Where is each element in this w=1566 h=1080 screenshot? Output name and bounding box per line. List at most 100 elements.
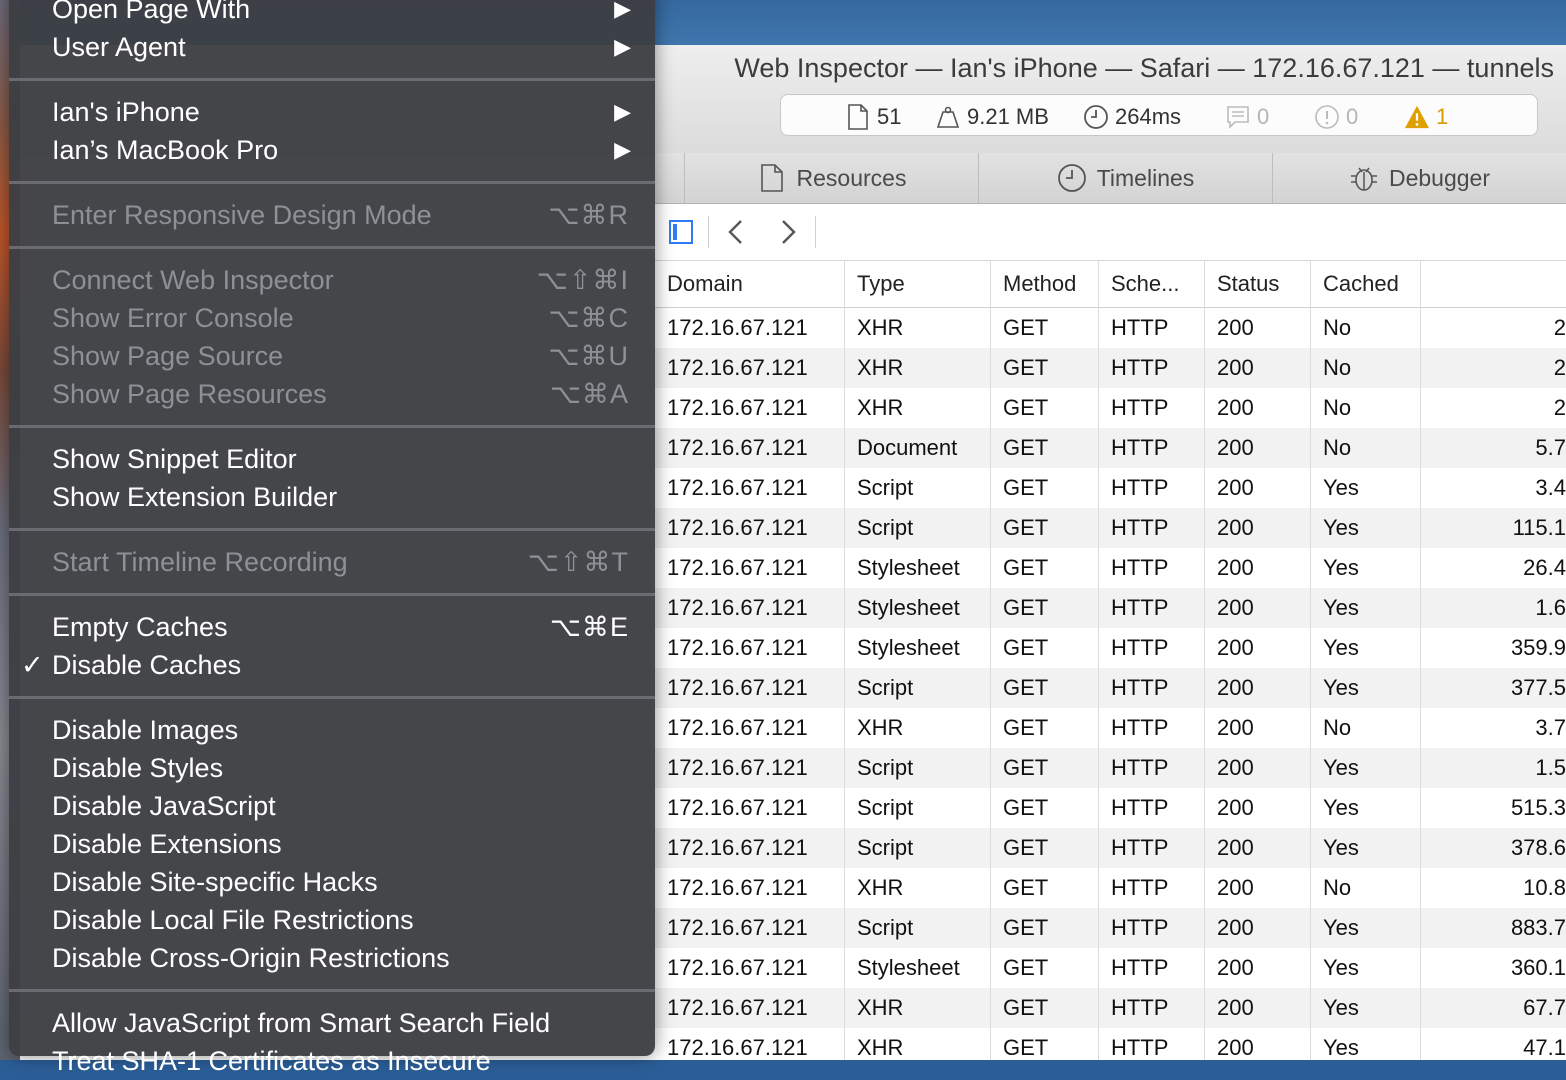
menu-item-ian-s-macbook-pro[interactable]: Ian’s MacBook Pro ▶ bbox=[9, 131, 655, 169]
grid-body: 172.16.67.121 XHR GET HTTP 200 No 2 172.16.67.1… bbox=[655, 308, 1566, 1060]
column-header-domain[interactable]: Domain bbox=[655, 261, 845, 307]
table-row[interactable]: 172.16.67.121 XHR GET HTTP 200 No 2 bbox=[655, 348, 1566, 388]
cell-method: GET bbox=[1003, 595, 1049, 620]
cell-size: 67.7 bbox=[1523, 995, 1566, 1020]
cell-cached: No bbox=[1323, 355, 1352, 380]
column-header-method[interactable]: Method bbox=[991, 261, 1099, 307]
cell-domain: 172.16.67.121 bbox=[667, 835, 808, 860]
menu-item-disable-site-specific-hacks[interactable]: Disable Site-specific Hacks bbox=[9, 863, 655, 901]
cell-type: XHR bbox=[857, 715, 904, 740]
table-row[interactable]: 172.16.67.121 Script GET HTTP 200 Yes 3.4 bbox=[655, 468, 1566, 508]
weight-icon bbox=[935, 104, 961, 130]
menu-item-disable-local-file-restrictions[interactable]: Disable Local File Restrictions bbox=[9, 901, 655, 939]
table-row[interactable]: 172.16.67.121 Stylesheet GET HTTP 200 Yes 360.… bbox=[655, 948, 1566, 988]
table-row[interactable]: 172.16.67.121 Stylesheet GET HTTP 200 Yes 1.6 bbox=[655, 588, 1566, 628]
cell-cached: No bbox=[1323, 435, 1352, 460]
sidebar-toggle-icon[interactable] bbox=[669, 220, 693, 244]
cell-size: 359.9 bbox=[1510, 635, 1566, 660]
menu-item-label: User Agent bbox=[52, 32, 186, 62]
cell-status: 200 bbox=[1217, 915, 1254, 940]
submenu-arrow-icon: ▶ bbox=[614, 0, 631, 21]
menu-item-disable-styles[interactable]: Disable Styles bbox=[9, 749, 655, 787]
dashboard-status[interactable]: 51 9.21 MB 264ms 0 0 1 bbox=[780, 94, 1538, 136]
error-count[interactable]: 0 bbox=[1314, 103, 1358, 131]
table-row[interactable]: 172.16.67.121 Script GET HTTP 200 Yes 378.6 bbox=[655, 828, 1566, 868]
cell-type: Stylesheet bbox=[857, 595, 960, 620]
resource-size[interactable]: 9.21 MB bbox=[935, 103, 1049, 131]
menu-item-show-extension-builder[interactable]: Show Extension Builder bbox=[9, 478, 655, 516]
resource-count[interactable]: 51 bbox=[845, 103, 901, 131]
menu-item-open-page-with[interactable]: Open Page With ▶ bbox=[9, 0, 655, 28]
divider bbox=[815, 216, 816, 248]
cell-scheme: HTTP bbox=[1111, 1035, 1169, 1060]
table-row[interactable]: 172.16.67.121 Script GET HTTP 200 Yes 515.3 bbox=[655, 788, 1566, 828]
cell-domain: 172.16.67.121 bbox=[667, 475, 808, 500]
column-divider bbox=[844, 261, 845, 1060]
cell-cached: Yes bbox=[1323, 595, 1359, 620]
cell-size: 47.1 bbox=[1523, 1035, 1566, 1060]
cell-domain: 172.16.67.121 bbox=[667, 755, 808, 780]
cell-method: GET bbox=[1003, 395, 1049, 420]
column-header-size[interactable] bbox=[1421, 261, 1566, 307]
tab-debugger[interactable]: Debugger bbox=[1272, 153, 1566, 203]
menu-item-disable-caches[interactable]: ✓ Disable Caches bbox=[9, 646, 655, 684]
menu-item-label: Disable Caches bbox=[52, 650, 242, 680]
cell-size: 5.7 bbox=[1535, 435, 1566, 460]
document-icon bbox=[845, 104, 871, 130]
log-count[interactable]: 0 bbox=[1225, 103, 1269, 131]
cell-cached: No bbox=[1323, 315, 1352, 340]
menu-item-empty-caches[interactable]: Empty Caches ⌥⌘E bbox=[9, 608, 655, 646]
cell-cached: Yes bbox=[1323, 755, 1359, 780]
back-arrow-icon[interactable] bbox=[723, 218, 751, 246]
menu-item-disable-javascript[interactable]: Disable JavaScript bbox=[9, 787, 655, 825]
menu-item-disable-cross-origin-restrictions[interactable]: Disable Cross-Origin Restrictions bbox=[9, 939, 655, 977]
tab-timelines[interactable]: Timelines bbox=[978, 153, 1272, 203]
menu-item-user-agent[interactable]: User Agent ▶ bbox=[9, 28, 655, 66]
cell-scheme: HTTP bbox=[1111, 835, 1169, 860]
table-row[interactable]: 172.16.67.121 XHR GET HTTP 200 No 2 bbox=[655, 388, 1566, 428]
menu-item-shortcut: ⌥⌘C bbox=[548, 303, 629, 333]
table-row[interactable]: 172.16.67.121 Script GET HTTP 200 Yes 115.1 bbox=[655, 508, 1566, 548]
table-row[interactable]: 172.16.67.121 Document GET HTTP 200 No 5.7 bbox=[655, 428, 1566, 468]
menu-item-label: Open Page With bbox=[52, 0, 251, 24]
table-row[interactable]: 172.16.67.121 XHR GET HTTP 200 Yes 67.7 bbox=[655, 988, 1566, 1028]
forward-arrow-icon[interactable] bbox=[773, 218, 801, 246]
column-header-cached[interactable]: Cached bbox=[1311, 261, 1421, 307]
tab-resources[interactable]: Resources bbox=[684, 153, 978, 203]
cell-status: 200 bbox=[1217, 835, 1254, 860]
load-time[interactable]: 264ms bbox=[1083, 103, 1181, 131]
cell-status: 200 bbox=[1217, 315, 1254, 340]
cell-size: 3.7 bbox=[1535, 715, 1566, 740]
menu-item-treat-sha-1-certificates-as-insecure[interactable]: Treat SHA-1 Certificates as Insecure bbox=[9, 1042, 655, 1080]
cell-method: GET bbox=[1003, 755, 1049, 780]
menu-item-ian-s-iphone[interactable]: Ian's iPhone ▶ bbox=[9, 93, 655, 131]
column-header-type[interactable]: Type bbox=[845, 261, 991, 307]
menu-item-disable-images[interactable]: Disable Images bbox=[9, 711, 655, 749]
table-row[interactable]: 172.16.67.121 Script GET HTTP 200 Yes 377.5 bbox=[655, 668, 1566, 708]
table-row[interactable]: 172.16.67.121 XHR GET HTTP 200 No 10.8 bbox=[655, 868, 1566, 908]
cell-method: GET bbox=[1003, 355, 1049, 380]
table-row[interactable]: 172.16.67.121 XHR GET HTTP 200 No 2 bbox=[655, 308, 1566, 348]
cell-size: 2 bbox=[1553, 315, 1566, 340]
cell-size: 360.1 bbox=[1510, 955, 1566, 980]
menu-item-show-snippet-editor[interactable]: Show Snippet Editor bbox=[9, 440, 655, 478]
cell-size: 377.5 bbox=[1510, 675, 1566, 700]
table-row[interactable]: 172.16.67.121 XHR GET HTTP 200 No 3.7 bbox=[655, 708, 1566, 748]
message-icon bbox=[1225, 104, 1251, 130]
column-header-scheme[interactable]: Sche... bbox=[1099, 261, 1205, 307]
cell-cached: Yes bbox=[1323, 515, 1359, 540]
divider bbox=[708, 216, 709, 248]
menu-item-label: Show Error Console bbox=[52, 303, 294, 333]
menu-item-allow-javascript-from-smart-search-field[interactable]: Allow JavaScript from Smart Search Field bbox=[9, 1004, 655, 1042]
table-row[interactable]: 172.16.67.121 Stylesheet GET HTTP 200 Yes 359.… bbox=[655, 628, 1566, 668]
table-row[interactable]: 172.16.67.121 Script GET HTTP 200 Yes 883.7 bbox=[655, 908, 1566, 948]
menu-item-disable-extensions[interactable]: Disable Extensions bbox=[9, 825, 655, 863]
warning-count[interactable]: 1 bbox=[1404, 103, 1448, 131]
cell-scheme: HTTP bbox=[1111, 635, 1169, 660]
table-row[interactable]: 172.16.67.121 Script GET HTTP 200 Yes 1.5 bbox=[655, 748, 1566, 788]
column-header-status[interactable]: Status bbox=[1205, 261, 1311, 307]
table-row[interactable]: 172.16.67.121 Stylesheet GET HTTP 200 Yes 26.4 bbox=[655, 548, 1566, 588]
cell-status: 200 bbox=[1217, 755, 1254, 780]
cell-size: 515.3 bbox=[1510, 795, 1566, 820]
table-row[interactable]: 172.16.67.121 XHR GET HTTP 200 Yes 47.1 bbox=[655, 1028, 1566, 1060]
